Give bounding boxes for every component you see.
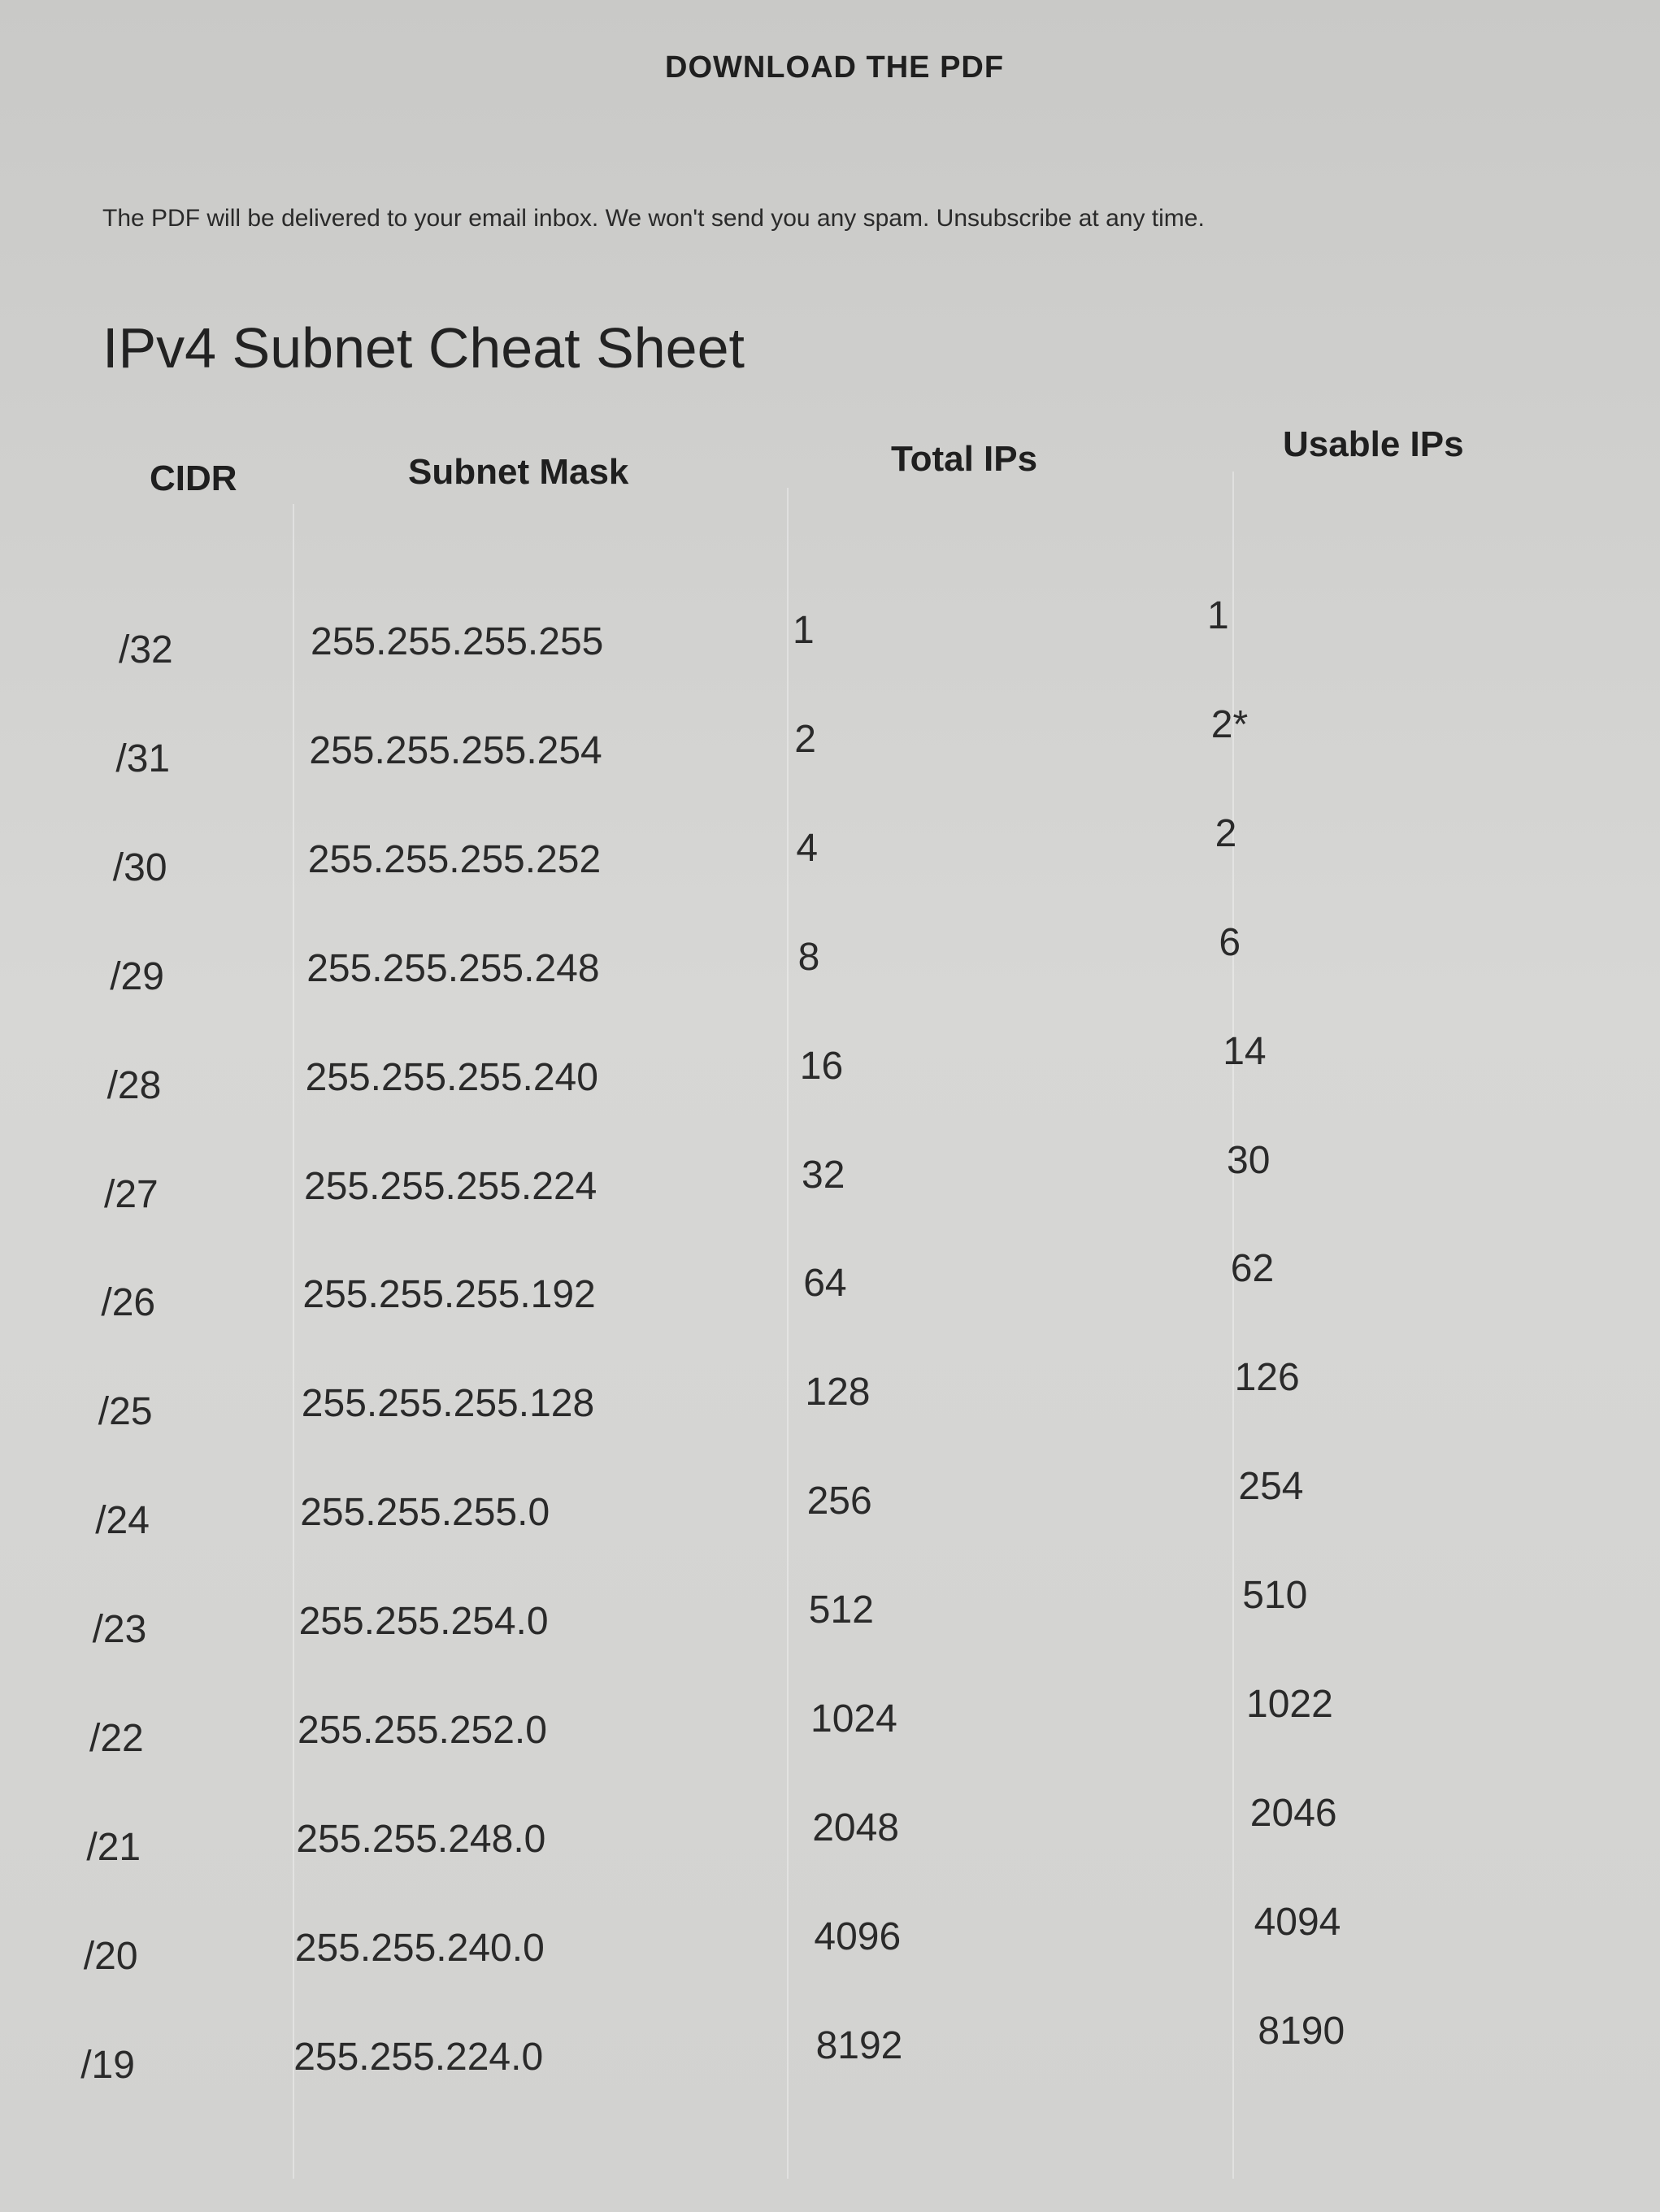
- cell-subnet-mask: 255.255.224.0: [293, 2035, 544, 2079]
- cell-usable-ips: 30: [1227, 1138, 1271, 1182]
- cell-usable-ips: 1022: [1246, 1683, 1333, 1726]
- cell-subnet-mask: 255.255.255.255: [311, 620, 604, 663]
- cell-cidr: /30: [112, 845, 167, 889]
- cell-total-ips: 8192: [815, 2023, 903, 2067]
- cell-cidr: /32: [119, 628, 173, 671]
- cell-total-ips: 8: [797, 935, 820, 979]
- cell-subnet-mask: 255.255.255.248: [306, 946, 600, 990]
- cell-cidr: /29: [110, 954, 164, 998]
- cell-total-ips: 4096: [814, 1914, 902, 1958]
- cell-usable-ips: 254: [1238, 1465, 1304, 1509]
- cell-total-ips: 64: [803, 1262, 847, 1306]
- cell-usable-ips: 1: [1207, 594, 1229, 637]
- cell-cidr: /27: [104, 1172, 159, 1216]
- table-row: [0, 0, 1660, 65]
- cell-subnet-mask: 255.255.252.0: [298, 1709, 547, 1752]
- cell-subnet-mask: 255.255.255.240: [305, 1055, 598, 1099]
- cell-subnet-mask: 255.255.254.0: [298, 1600, 549, 1644]
- cell-usable-ips: 62: [1230, 1247, 1275, 1291]
- cell-cidr: /19: [80, 2043, 135, 2087]
- cell-usable-ips: 2: [1215, 811, 1237, 855]
- cell-cidr: /21: [86, 1825, 141, 1869]
- cell-cidr: /26: [101, 1281, 156, 1325]
- cell-total-ips: 1024: [810, 1697, 897, 1740]
- cell-cidr: /20: [83, 1934, 138, 1978]
- cell-subnet-mask: 255.255.255.128: [301, 1382, 595, 1426]
- cell-total-ips: 2048: [812, 1806, 899, 1849]
- cell-cidr: /24: [95, 1499, 150, 1543]
- cell-cidr: /31: [115, 737, 171, 780]
- cell-usable-ips: 2046: [1249, 1791, 1337, 1835]
- cell-cidr: /23: [92, 1608, 147, 1652]
- cell-cidr: /25: [98, 1390, 153, 1434]
- cell-cidr: /22: [89, 1717, 144, 1760]
- cell-total-ips: 512: [808, 1588, 874, 1632]
- cell-total-ips: 1: [793, 609, 815, 652]
- cell-total-ips: 256: [806, 1480, 872, 1523]
- cell-subnet-mask: 255.255.255.192: [302, 1273, 596, 1317]
- cell-total-ips: 16: [799, 1044, 844, 1088]
- cell-subnet-mask: 255.255.255.0: [300, 1491, 550, 1535]
- cell-usable-ips: 510: [1242, 1574, 1308, 1618]
- cell-usable-ips: 2*: [1210, 702, 1249, 746]
- cell-subnet-mask: 255.255.255.224: [304, 1164, 598, 1208]
- cell-cidr: /28: [106, 1063, 162, 1107]
- cell-total-ips: 128: [805, 1371, 871, 1415]
- cell-subnet-mask: 255.255.240.0: [294, 1926, 545, 1970]
- cell-subnet-mask: 255.255.255.254: [309, 728, 602, 772]
- cell-usable-ips: 14: [1223, 1029, 1267, 1073]
- subnet-table-body: /32 255.255.255.255 1 1/31 255.255.255.254 2 2…: [0, 0, 1660, 2212]
- cell-usable-ips: 6: [1219, 920, 1241, 964]
- cell-total-ips: 4: [796, 826, 819, 870]
- cell-usable-ips: 126: [1234, 1356, 1300, 1400]
- cell-usable-ips: 8190: [1258, 2009, 1345, 2053]
- cell-usable-ips: 4094: [1254, 1900, 1341, 1944]
- cell-total-ips: 32: [802, 1153, 845, 1197]
- cheat-sheet-page: DOWNLOAD THE PDF The PDF will be deliver…: [0, 0, 1660, 2212]
- cell-subnet-mask: 255.255.248.0: [296, 1817, 546, 1861]
- cell-subnet-mask: 255.255.255.252: [307, 837, 602, 881]
- cell-total-ips: 2: [794, 717, 816, 761]
